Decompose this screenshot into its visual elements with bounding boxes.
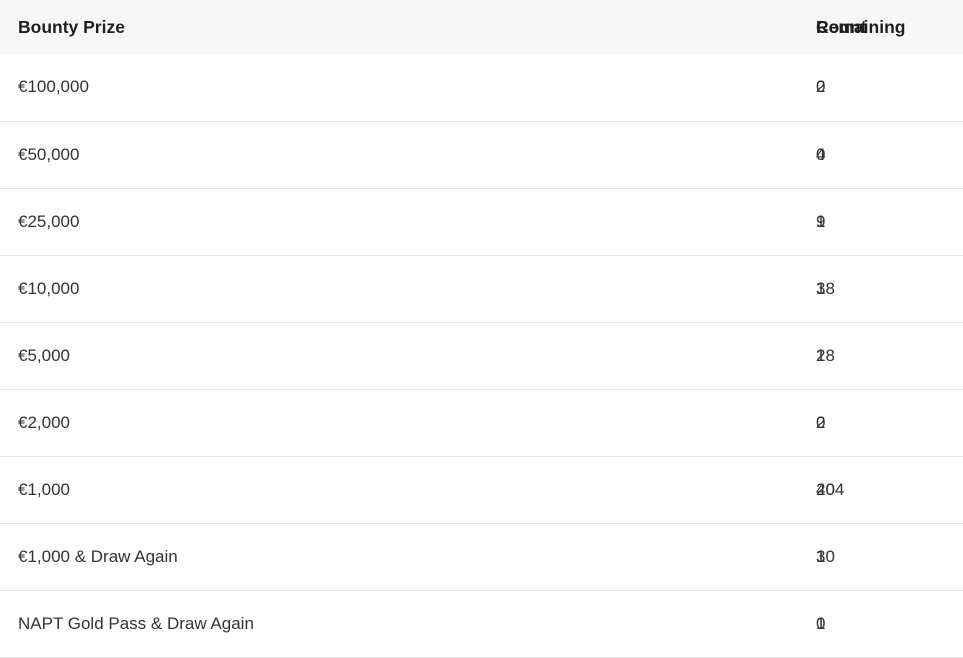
- cell-bounty-prize: €1,000 & Draw Again: [18, 546, 178, 566]
- table-header: Bounty Prize Count Remaining Total Remai…: [0, 0, 963, 54]
- cell-count: 2: [816, 77, 826, 97]
- column-header-count[interactable]: Count: [408, 0, 867, 54]
- cell-remaining: 0: [816, 144, 826, 164]
- cell-count: 204: [816, 479, 845, 499]
- cell-count: 18: [816, 345, 835, 365]
- cell-remaining: 3: [816, 278, 826, 298]
- cell-remaining: 0: [816, 412, 826, 432]
- cell-bounty-prize: €2,000: [18, 412, 70, 432]
- cell-count: 9: [816, 211, 826, 231]
- table-row: €50,000 4 0 €200,000 €0: [0, 121, 963, 188]
- cell-bounty-prize: €5,000: [18, 345, 70, 365]
- cell-bounty-prize: €10,000: [18, 278, 80, 298]
- cell-count: 18: [816, 278, 835, 298]
- cell-remaining: 2: [816, 345, 826, 365]
- table-row: €2,000 2 0 €4,000 €0: [0, 389, 963, 456]
- table-header-row: Bounty Prize Count Remaining Total Remai…: [0, 0, 963, 54]
- column-header-bounty-prize[interactable]: Bounty Prize: [0, 0, 408, 54]
- cell-bounty-prize: €50,000: [18, 144, 80, 164]
- cell-bounty-prize: €25,000: [18, 211, 80, 231]
- cell-count: 2: [816, 412, 826, 432]
- table-row: €10,000 18 3 €180,000 €30,000: [0, 255, 963, 322]
- column-header-remaining[interactable]: Remaining: [816, 0, 963, 54]
- cell-count: 10: [816, 546, 835, 566]
- cell-bounty-prize: NAPT Gold Pass & Draw Again: [18, 613, 254, 633]
- cell-bounty-prize: €1,000: [18, 479, 70, 499]
- cell-remaining: 3: [816, 546, 826, 566]
- table-row: €100,000 2 0 €200,000 €0: [0, 54, 963, 121]
- table-row: €1,000 & Draw Again 10 3 €10,000 €3,000: [0, 523, 963, 590]
- table-row: €5,000 18 2 €90,000 €10,000: [0, 322, 963, 389]
- cell-count: 1: [816, 613, 826, 633]
- cell-count: 4: [816, 144, 826, 164]
- table-row: €1,000 204 40 €204,000 €40,000: [0, 456, 963, 523]
- table-row: NAPT Gold Pass & Draw Again 1 0 €10,000 …: [0, 590, 963, 657]
- cell-remaining: 0: [816, 77, 826, 97]
- table-body: €100,000 2 0 €200,000 €0 €50,000 4 0 €20…: [0, 54, 963, 657]
- table-row: €25,000 9 1 €225,000 €25,000: [0, 188, 963, 255]
- cell-remaining: 0: [816, 613, 826, 633]
- cell-bounty-prize: €100,000: [18, 77, 89, 97]
- bounty-prize-table: Bounty Prize Count Remaining Total Remai…: [0, 0, 963, 658]
- cell-remaining: 1: [816, 211, 826, 231]
